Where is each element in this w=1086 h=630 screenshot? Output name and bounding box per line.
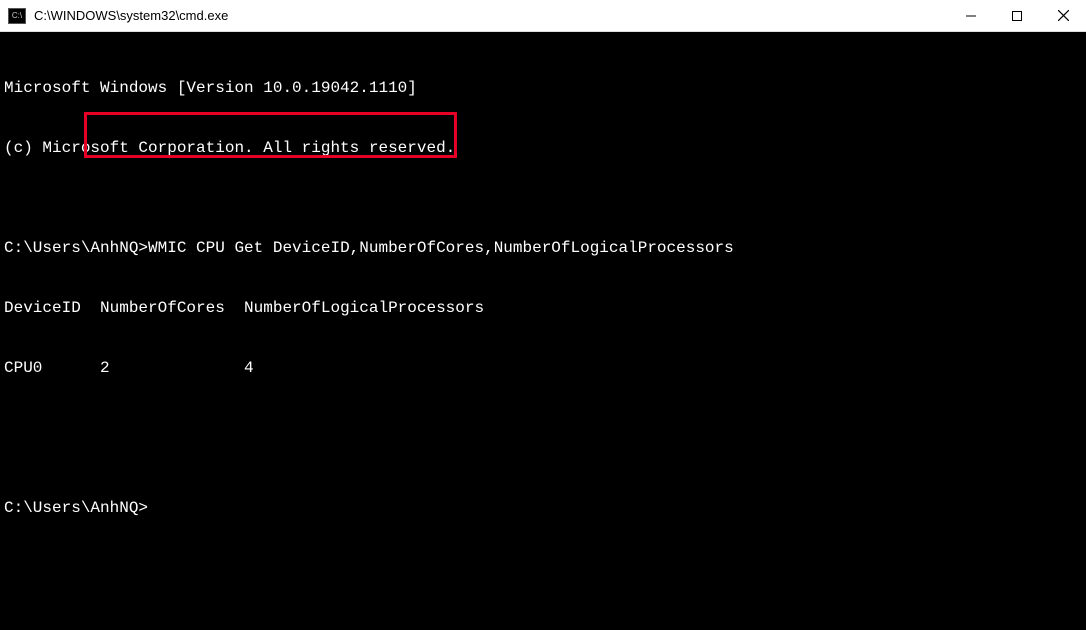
window-controls (948, 0, 1086, 31)
minimize-button[interactable] (948, 0, 994, 31)
prompt: C:\Users\AnhNQ> (4, 239, 148, 257)
cmd-icon-label: C:\ (12, 11, 22, 20)
col-deviceid: DeviceID (4, 299, 100, 317)
terminal-area[interactable]: Microsoft Windows [Version 10.0.19042.11… (0, 32, 1086, 630)
val-numberof-logical: 4 (244, 359, 254, 377)
copyright-line: (c) Microsoft Corporation. All rights re… (4, 138, 1082, 158)
val-numberofcores: 2 (100, 359, 244, 377)
titlebar: C:\ C:\WINDOWS\system32\cmd.exe (0, 0, 1086, 32)
output-header-line: DeviceID NumberOfCores NumberOfLogicalPr… (4, 298, 1082, 318)
cmd-icon: C:\ (8, 8, 26, 24)
window-title: C:\WINDOWS\system32\cmd.exe (34, 8, 948, 23)
output-row-line: CPU0 2 4 (4, 358, 1082, 378)
val-deviceid: CPU0 (4, 359, 100, 377)
col-numberofcores: NumberOfCores (100, 299, 244, 317)
maximize-button[interactable] (994, 0, 1040, 31)
command-text: WMIC CPU Get DeviceID,NumberOfCores,Numb… (148, 239, 734, 257)
close-button[interactable] (1040, 0, 1086, 31)
os-version-line: Microsoft Windows [Version 10.0.19042.11… (4, 78, 1082, 98)
prompt-command-line: C:\Users\AnhNQ>WMIC CPU Get DeviceID,Num… (4, 238, 1082, 258)
col-numberof-logical: NumberOfLogicalProcessors (244, 299, 484, 317)
prompt-line: C:\Users\AnhNQ> (4, 498, 1082, 518)
